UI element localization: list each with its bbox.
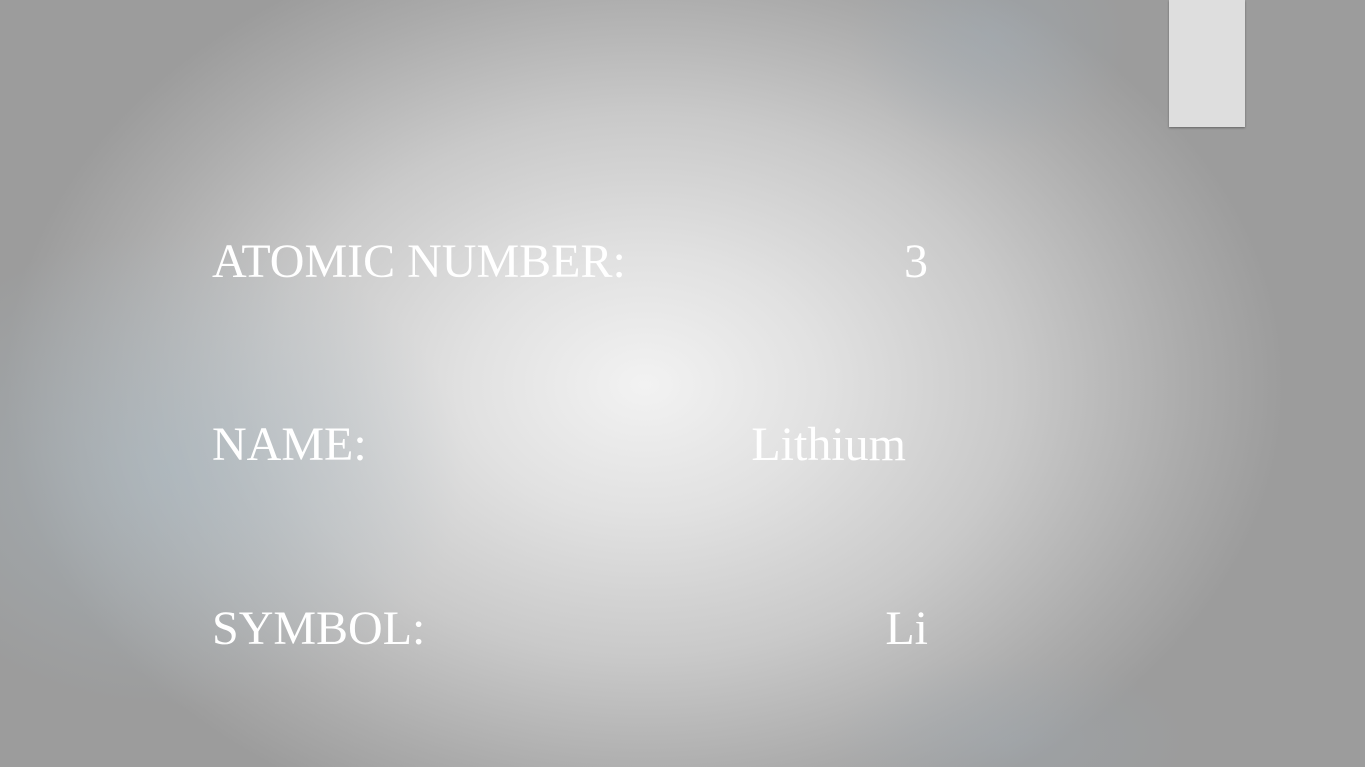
slide-tab-marker bbox=[1169, 0, 1245, 127]
name-label: NAME: bbox=[212, 418, 367, 471]
atomic-number-value: 3 bbox=[904, 235, 928, 288]
symbol-row: SYMBOL: Li bbox=[212, 599, 928, 659]
atomic-number-label: ATOMIC NUMBER: bbox=[212, 235, 626, 288]
slide: ATOMIC NUMBER: 3 NAME: Lithium SYMBOL: L… bbox=[0, 0, 1365, 767]
name-value: Lithium bbox=[751, 418, 906, 471]
symbol-value: Li bbox=[885, 602, 928, 655]
atomic-number-row: ATOMIC NUMBER: 3 bbox=[212, 232, 928, 292]
name-row: NAME: Lithium bbox=[212, 415, 928, 475]
symbol-label: SYMBOL: bbox=[212, 602, 426, 655]
